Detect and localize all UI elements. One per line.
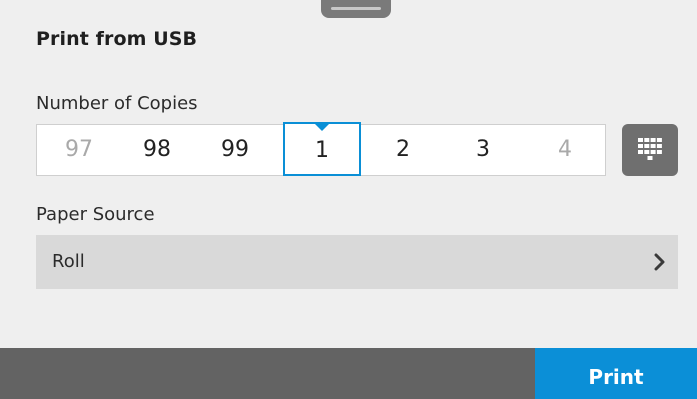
copies-option[interactable]: 99 — [207, 125, 263, 175]
copies-option-selected[interactable]: 1 — [283, 122, 361, 176]
page-title: Print from USB — [36, 28, 198, 50]
drag-handle[interactable] — [321, 0, 391, 18]
paper-source-value: Roll — [52, 251, 85, 272]
copies-option[interactable]: 3 — [455, 125, 511, 175]
chevron-right-icon — [654, 253, 665, 271]
copies-option[interactable]: 4 — [537, 125, 593, 175]
print-from-usb-screen: Print from USB Number of Copies 97 98 99… — [0, 0, 697, 399]
copies-option[interactable]: 97 — [51, 125, 107, 175]
paper-source-label: Paper Source — [36, 204, 155, 225]
copies-option[interactable]: 2 — [375, 125, 431, 175]
print-button[interactable]: Print — [535, 348, 697, 399]
copies-picker[interactable]: 97 98 99 1 2 3 4 — [36, 122, 606, 176]
keypad-icon — [638, 138, 662, 160]
paper-source-selector[interactable]: Roll — [36, 235, 678, 289]
keypad-button[interactable] — [622, 124, 678, 176]
copies-label: Number of Copies — [36, 93, 198, 114]
copies-option[interactable]: 98 — [129, 125, 185, 175]
